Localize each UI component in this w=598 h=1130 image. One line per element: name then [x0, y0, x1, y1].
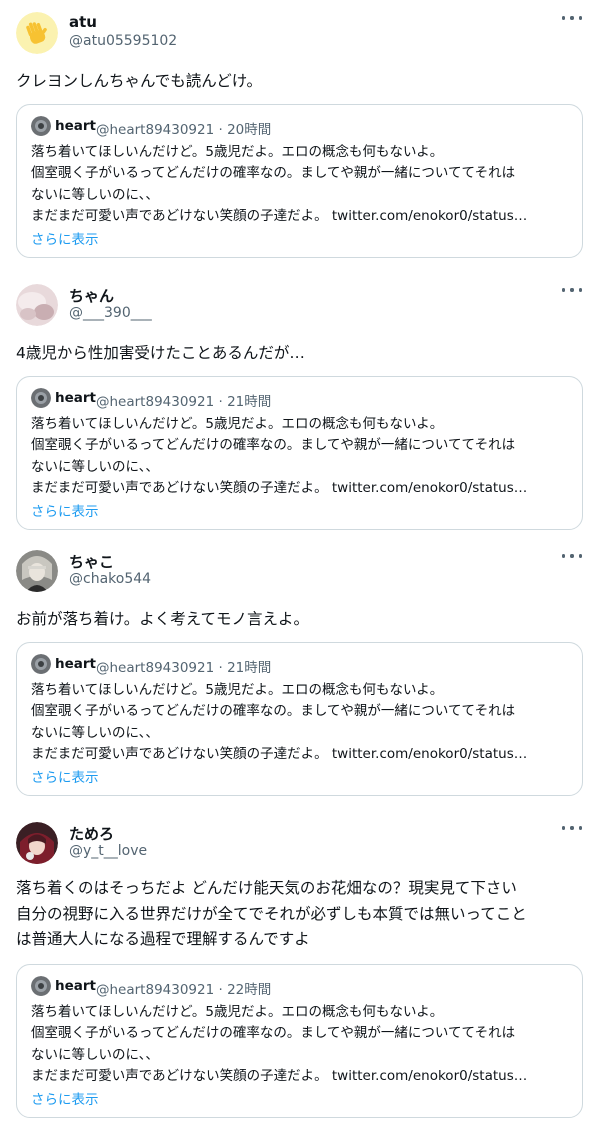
quoted-text-line: ないに等しいのに、、: [31, 458, 159, 475]
quoted-text-line: 個室覗く子がいるってどんだけの確率なの。ましてや親が一緒についててそれは: [31, 703, 516, 720]
more-options-icon[interactable]: [562, 548, 582, 564]
quoted-tweet[interactable]: heart @heart89430921 · 21時間 落ち着いてほしいんだけど…: [16, 642, 583, 796]
tweet-text: クレヨンしんちゃんでも読んどけ。: [16, 72, 262, 90]
user-handle[interactable]: @___390___: [69, 305, 152, 321]
quoted-text-line: 落ち着いてほしいんだけど。5歳児だよ。エロの概念も何もないよ。: [31, 416, 444, 432]
tweet[interactable]: ためろ @y_t__love 落ち着くのはそっちだよ どんだけ能天気のお花畑なの…: [0, 810, 598, 1130]
quoted-text-line: ないに等しいのに、、: [31, 186, 159, 203]
tweet-text: 4歳児から性加害受けたことあるんだが…: [16, 344, 305, 362]
user-handle[interactable]: @atu05595102: [69, 33, 177, 49]
quoted-avatar[interactable]: [31, 976, 51, 996]
quoted-text-line: まだまだ可愛い声であどけない笑顔の子達だよ。 twitter.com/enoko…: [31, 208, 528, 225]
show-more-link[interactable]: さらに表示: [31, 228, 99, 248]
quoted-display-name[interactable]: heart: [55, 656, 96, 672]
quoted-text-line: ないに等しいのに、、: [31, 724, 159, 741]
quoted-text-line: 落ち着いてほしいんだけど。5歳児だよ。エロの概念も何もないよ。: [31, 1004, 444, 1020]
quoted-text-line: まだまだ可愛い声であどけない笑顔の子達だよ。 twitter.com/enoko…: [31, 1068, 528, 1085]
quoted-text-line: 個室覗く子がいるってどんだけの確率なの。ましてや親が一緒についててそれは: [31, 437, 516, 454]
quoted-handle-time: @heart89430921 · 21時間: [96, 394, 272, 410]
tweet[interactable]: atu @atu05595102 クレヨンしんちゃんでも読んどけ。 heart …: [0, 0, 598, 272]
quoted-text-line: ないに等しいのに、、: [31, 1046, 159, 1063]
display-name[interactable]: ちゃこ: [69, 551, 114, 572]
display-name[interactable]: ちゃん: [69, 285, 114, 306]
more-options-icon[interactable]: [562, 282, 582, 298]
quoted-text-line: 個室覗く子がいるってどんだけの確率なの。ましてや親が一緒についててそれは: [31, 1025, 516, 1042]
quoted-text-line: 落ち着いてほしいんだけど。5歳児だよ。エロの概念も何もないよ。: [31, 682, 444, 698]
profile-photo-icon: [16, 284, 58, 326]
quoted-text-line: 落ち着いてほしいんだけど。5歳児だよ。エロの概念も何もないよ。: [31, 144, 444, 160]
quoted-avatar[interactable]: [31, 388, 51, 408]
profile-photo-icon: [16, 550, 58, 592]
show-more-link[interactable]: さらに表示: [31, 500, 99, 520]
tweet-text: お前が落ち着け。よく考えてモノ言えよ。: [16, 610, 309, 628]
user-handle[interactable]: @chako544: [69, 571, 151, 587]
quoted-avatar[interactable]: [31, 654, 51, 674]
quoted-handle-time: @heart89430921 · 21時間: [96, 660, 272, 676]
quoted-text: 落ち着いてほしいんだけど。5歳児だよ。エロの概念も何もないよ。 個室覗く子がいる…: [31, 142, 572, 228]
quoted-tweet[interactable]: heart @heart89430921 · 21時間 落ち着いてほしいんだけど…: [16, 376, 583, 530]
show-more-link[interactable]: さらに表示: [31, 766, 99, 786]
profile-photo-icon: [31, 976, 51, 996]
tweet[interactable]: ちゃん @___390___ 4歳児から性加害受けたことあるんだが… heart…: [0, 272, 598, 542]
quoted-tweet[interactable]: heart @heart89430921 · 22時間 落ち着いてほしいんだけど…: [16, 964, 583, 1118]
quoted-tweet[interactable]: heart @heart89430921 · 20時間 落ち着いてほしいんだけど…: [16, 104, 583, 258]
tweet[interactable]: ちゃこ @chako544 お前が落ち着け。よく考えてモノ言えよ。 heart …: [0, 538, 598, 808]
quoted-handle-time: @heart89430921 · 20時間: [96, 122, 272, 138]
waving-hand-avatar-icon: [16, 12, 58, 54]
more-options-icon[interactable]: [562, 10, 582, 26]
more-options-icon[interactable]: [562, 820, 582, 836]
timeline-feed: atu @atu05595102 クレヨンしんちゃんでも読んどけ。 heart …: [0, 0, 598, 1130]
quoted-text-line: 個室覗く子がいるってどんだけの確率なの。ましてや親が一緒についててそれは: [31, 165, 516, 182]
quoted-text: 落ち着いてほしいんだけど。5歳児だよ。エロの概念も何もないよ。 個室覗く子がいる…: [31, 1002, 572, 1088]
display-name[interactable]: atu: [69, 13, 97, 31]
quoted-avatar[interactable]: [31, 116, 51, 136]
quoted-display-name[interactable]: heart: [55, 390, 96, 406]
display-name[interactable]: ためろ: [69, 823, 114, 844]
tweet-text: 落ち着くのはそっちだよ どんだけ能天気のお花畑なの？現実見て下さい 自分の視野に…: [16, 879, 527, 948]
user-handle[interactable]: @y_t__love: [69, 843, 147, 859]
avatar[interactable]: [16, 284, 58, 326]
quoted-text-line: まだまだ可愛い声であどけない笑顔の子達だよ。 twitter.com/enoko…: [31, 746, 528, 763]
profile-photo-icon: [16, 822, 58, 864]
quoted-text-line: まだまだ可愛い声であどけない笑顔の子達だよ。 twitter.com/enoko…: [31, 480, 528, 497]
profile-photo-icon: [31, 116, 51, 136]
quoted-handle-time: @heart89430921 · 22時間: [96, 982, 272, 998]
avatar[interactable]: [16, 550, 58, 592]
quoted-text: 落ち着いてほしいんだけど。5歳児だよ。エロの概念も何もないよ。 個室覗く子がいる…: [31, 414, 572, 500]
quoted-display-name[interactable]: heart: [55, 118, 96, 134]
avatar[interactable]: [16, 12, 58, 54]
quoted-text: 落ち着いてほしいんだけど。5歳児だよ。エロの概念も何もないよ。 個室覗く子がいる…: [31, 680, 572, 766]
profile-photo-icon: [31, 388, 51, 408]
quoted-display-name[interactable]: heart: [55, 978, 96, 994]
profile-photo-icon: [31, 654, 51, 674]
show-more-link[interactable]: さらに表示: [31, 1088, 99, 1108]
avatar[interactable]: [16, 822, 58, 864]
